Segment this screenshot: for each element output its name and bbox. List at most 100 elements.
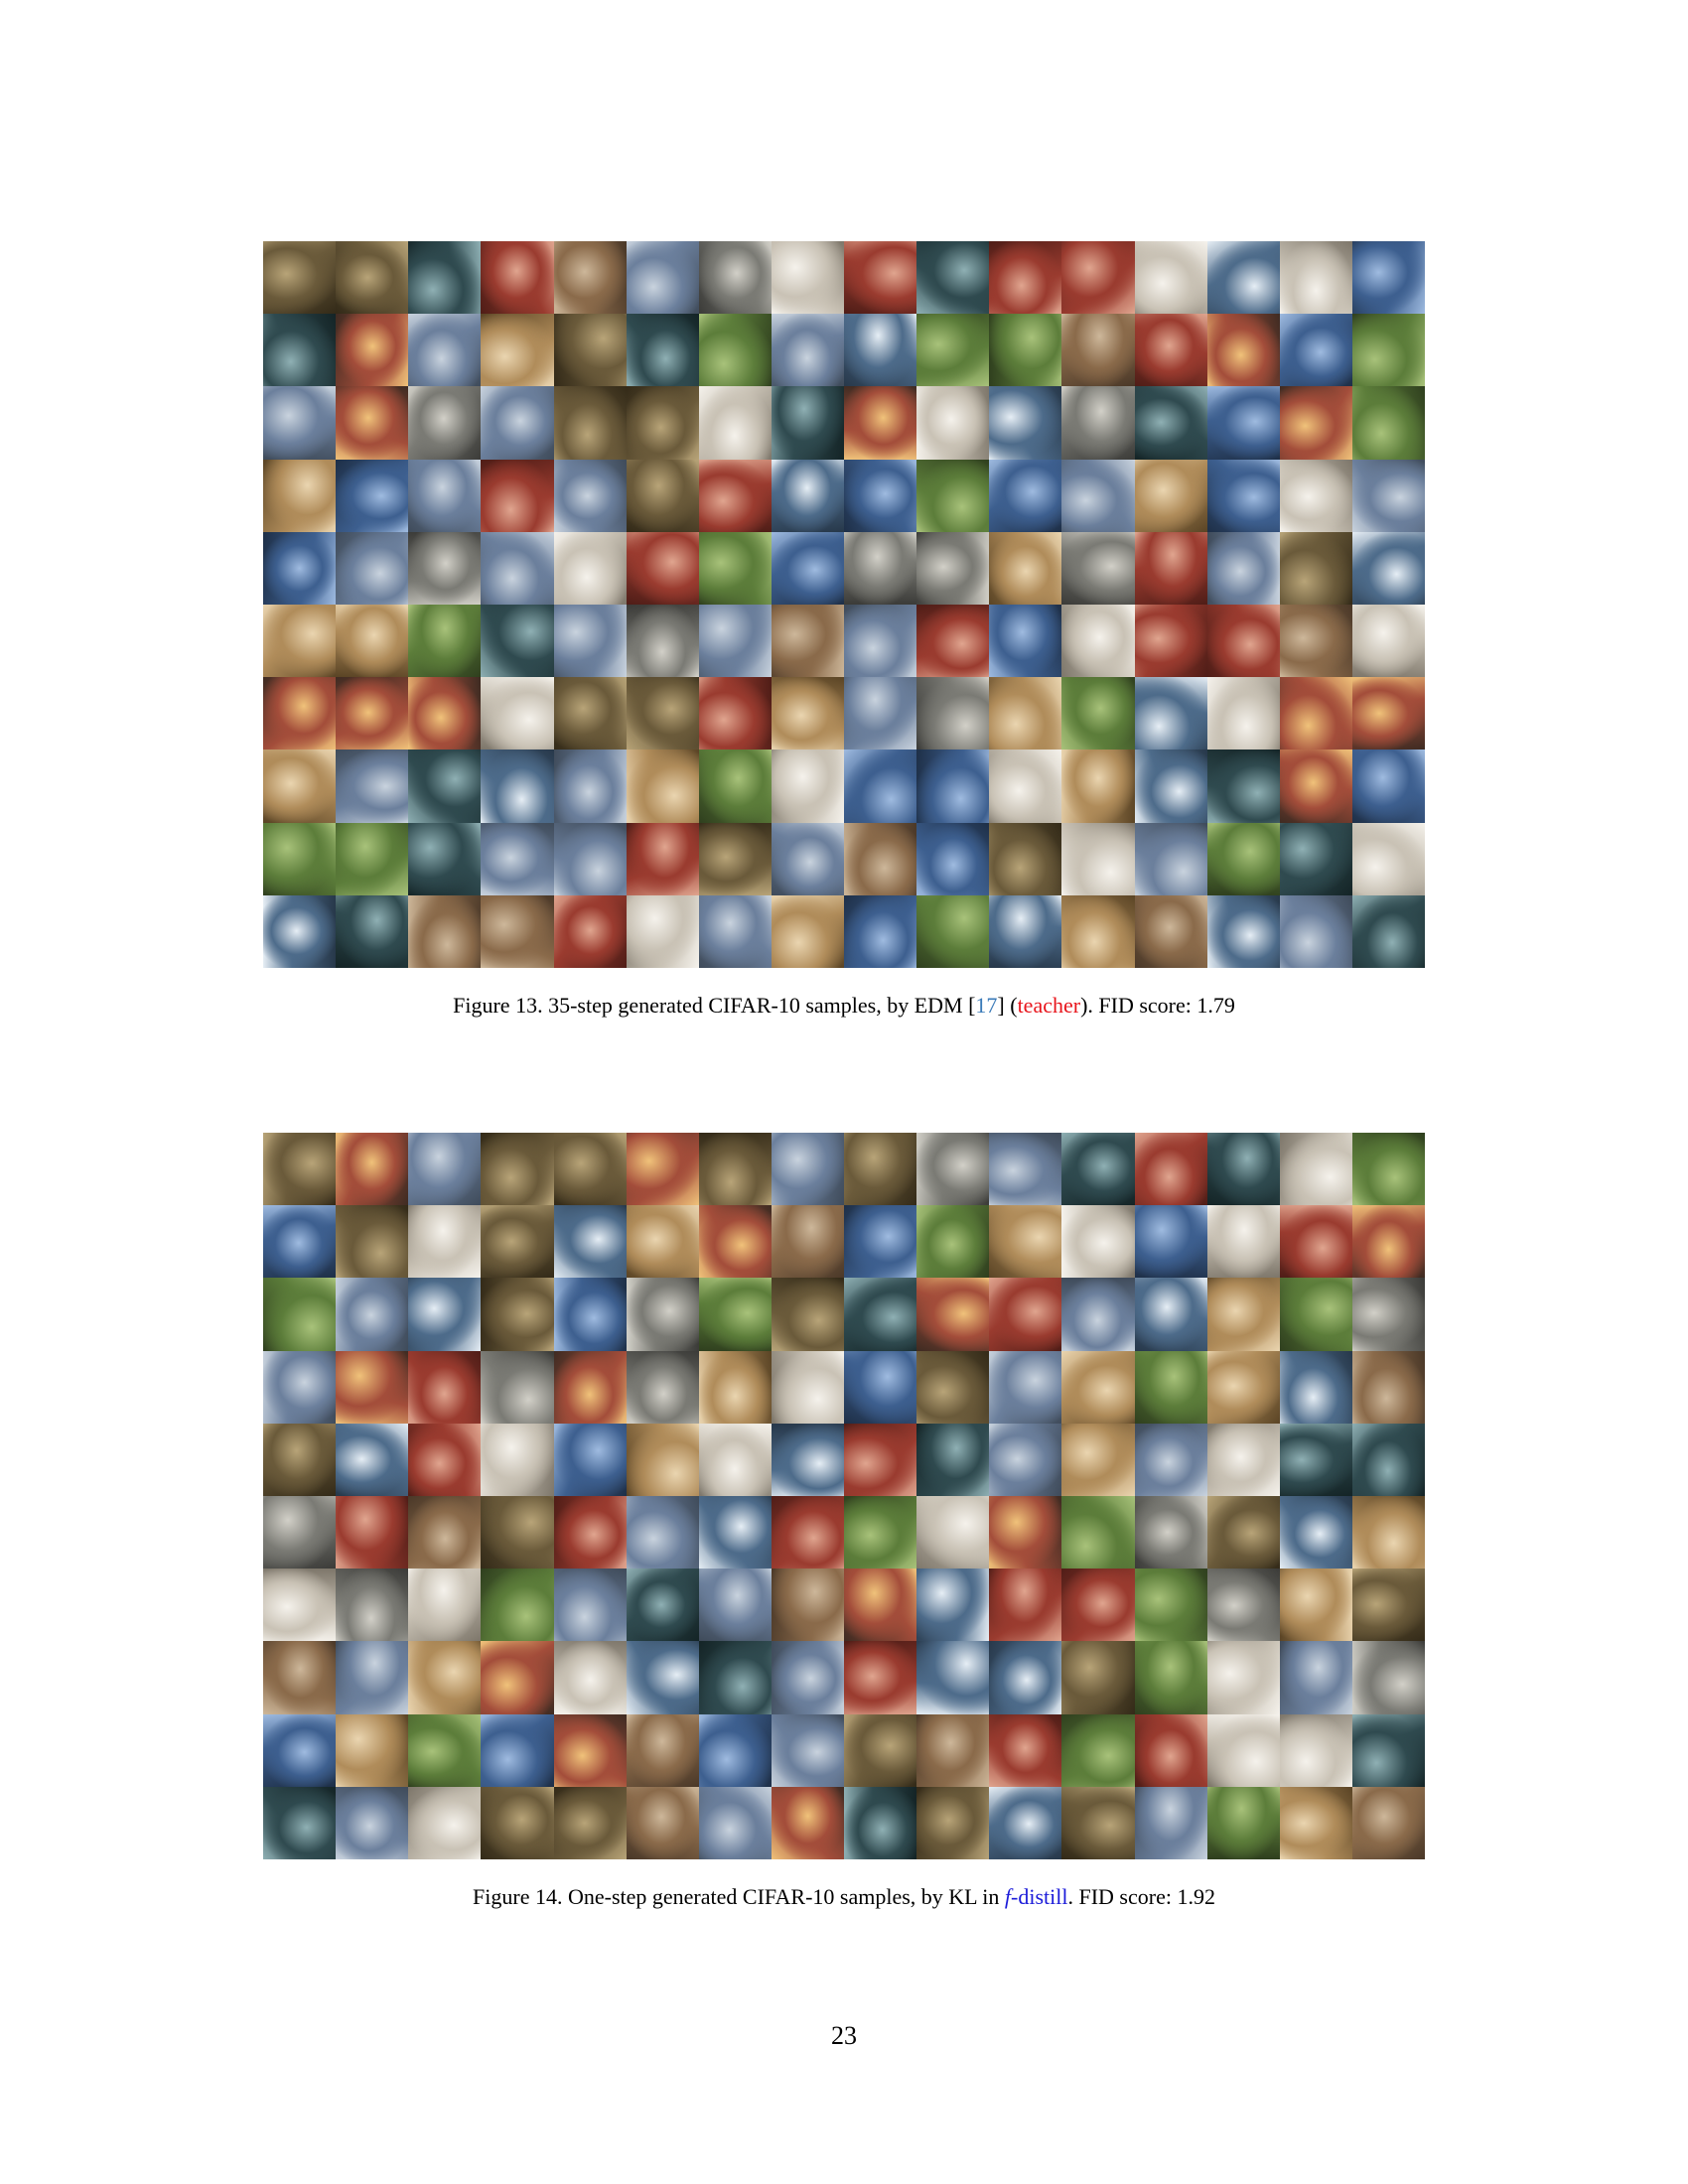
sample-image [1206, 822, 1280, 895]
sample-image [916, 822, 990, 895]
sample-image [1061, 1495, 1135, 1570]
sample-image [1134, 1495, 1207, 1570]
sample-image [481, 1786, 554, 1859]
sample-image [1134, 1350, 1207, 1424]
sample-image [844, 1423, 917, 1496]
sample-image [916, 386, 990, 460]
sample-image [553, 1350, 627, 1424]
sample-image [481, 386, 554, 460]
sample-image [771, 1278, 844, 1351]
sample-image [626, 1278, 699, 1351]
sample-grid-f-distill-one-step [263, 1133, 1425, 1859]
sample-image [263, 314, 337, 387]
sample-image [989, 1133, 1062, 1206]
sample-image [771, 1786, 844, 1859]
sample-image [1351, 822, 1425, 895]
sample-image [1279, 531, 1352, 605]
sample-image [336, 604, 409, 678]
sample-image [553, 1423, 627, 1496]
sample-image [1206, 1423, 1280, 1496]
sample-image [1351, 894, 1425, 968]
sample-image [1061, 1423, 1135, 1496]
sample-image [1279, 1786, 1352, 1859]
sample-image [1061, 531, 1135, 605]
sample-image [481, 677, 554, 751]
sample-image [1206, 241, 1280, 315]
sample-image [698, 1713, 772, 1787]
sample-image [481, 1350, 554, 1424]
sample-image [263, 1278, 337, 1351]
sample-image [553, 750, 627, 823]
sample-image [844, 1786, 917, 1859]
sample-image [916, 1786, 990, 1859]
sample-image [1279, 459, 1352, 532]
sample-image [844, 822, 917, 895]
sample-image [1134, 386, 1207, 460]
sample-image [553, 1569, 627, 1642]
sample-image [989, 677, 1062, 751]
sample-image [1351, 314, 1425, 387]
sample-image [408, 1205, 482, 1279]
citation-link[interactable]: 17 [975, 993, 997, 1018]
sample-image [336, 314, 409, 387]
sample-image [263, 1786, 337, 1859]
sample-image [481, 531, 554, 605]
sample-image [989, 1786, 1062, 1859]
sample-image [771, 604, 844, 678]
sample-image [336, 1133, 409, 1206]
sample-image [408, 1641, 482, 1714]
sample-image [844, 1350, 917, 1424]
sample-image [553, 1713, 627, 1787]
sample-image [626, 241, 699, 315]
sample-image [1351, 1641, 1425, 1714]
sample-image [916, 677, 990, 751]
sample-image [1134, 459, 1207, 532]
sample-image [626, 1133, 699, 1206]
sample-image [1206, 1278, 1280, 1351]
sample-image [553, 1786, 627, 1859]
sample-image [626, 386, 699, 460]
sample-image [336, 1423, 409, 1496]
sample-image [626, 604, 699, 678]
teacher-label: teacher [1017, 993, 1081, 1018]
sample-image [481, 750, 554, 823]
sample-image [336, 1350, 409, 1424]
sample-image [1206, 314, 1280, 387]
sample-image [844, 1495, 917, 1570]
sample-image [626, 1495, 699, 1570]
sample-image [1134, 1786, 1207, 1859]
sample-image [553, 822, 627, 895]
sample-image [408, 1278, 482, 1351]
sample-image [844, 1278, 917, 1351]
sample-image [1134, 894, 1207, 968]
sample-image [1351, 604, 1425, 678]
sample-image [1061, 386, 1135, 460]
sample-image [408, 314, 482, 387]
sample-image [626, 894, 699, 968]
sample-image [408, 531, 482, 605]
sample-image [1061, 1205, 1135, 1279]
sample-image [1351, 1278, 1425, 1351]
sample-image [1061, 241, 1135, 315]
sample-image [481, 314, 554, 387]
sample-image [989, 459, 1062, 532]
sample-image [771, 1569, 844, 1642]
sample-image [844, 459, 917, 532]
sample-image [1206, 750, 1280, 823]
sample-image [916, 894, 990, 968]
sample-image [916, 1495, 990, 1570]
sample-image [989, 241, 1062, 315]
sample-image [698, 1786, 772, 1859]
sample-image [408, 459, 482, 532]
sample-image [698, 1641, 772, 1714]
sample-image [263, 677, 337, 751]
figure-13-caption: Figure 13. 35-step generated CIFAR-10 sa… [453, 993, 1235, 1018]
sample-image [626, 822, 699, 895]
sample-image [336, 1641, 409, 1714]
figure-14: Figure 14. One-step generated CIFAR-10 s… [263, 1133, 1425, 1911]
sample-image [1061, 750, 1135, 823]
sample-image [481, 241, 554, 315]
sample-image [1134, 1423, 1207, 1496]
sample-image [1279, 314, 1352, 387]
sample-image [1134, 1133, 1207, 1206]
